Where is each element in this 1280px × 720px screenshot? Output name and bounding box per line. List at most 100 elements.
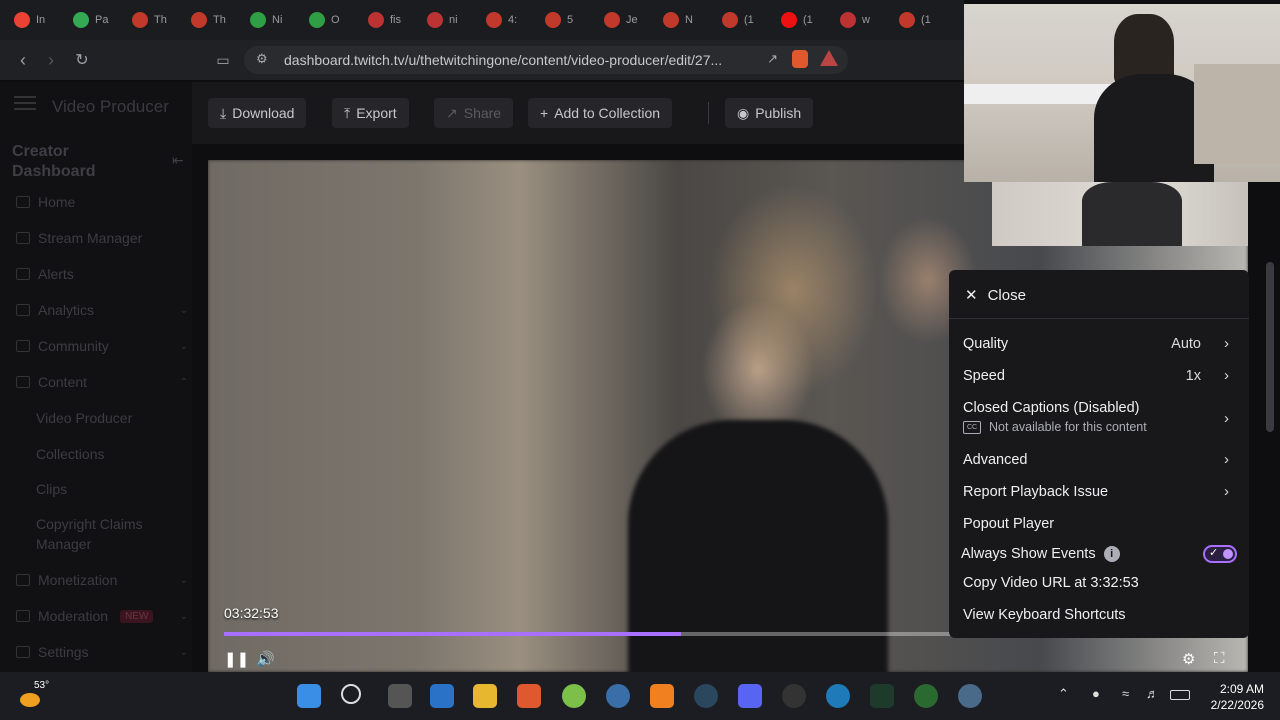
advanced-option[interactable]: Advanced › xyxy=(963,451,1235,468)
windows-start-icon[interactable] xyxy=(297,684,321,708)
sidebar-sub-clips[interactable]: Clips xyxy=(36,479,176,499)
settings-gear-icon[interactable]: ⚙ xyxy=(1182,650,1195,668)
info-icon[interactable]: i xyxy=(1103,546,1120,563)
browser-tab[interactable]: O xyxy=(305,6,364,34)
task-view-icon[interactable] xyxy=(388,684,412,708)
obs-icon[interactable] xyxy=(782,684,806,708)
tab-label: 4: xyxy=(508,14,518,26)
search-icon[interactable] xyxy=(341,684,361,704)
speed-value: 1x xyxy=(1185,368,1201,384)
sidebar-sub-collections[interactable]: Collections xyxy=(36,444,176,464)
volume-icon[interactable]: 🔊 xyxy=(256,650,275,668)
app-icon[interactable] xyxy=(958,684,982,708)
sidebar-item-alerts[interactable]: Alerts xyxy=(16,266,192,282)
tab-label: ni xyxy=(449,14,458,26)
tab-label: w xyxy=(862,14,870,26)
browser-tab[interactable]: (1 xyxy=(895,6,954,34)
tab-favicon-icon xyxy=(781,12,797,28)
browser-tab[interactable]: Ni xyxy=(246,6,305,34)
page-scrollbar[interactable] xyxy=(1266,262,1274,432)
app-icon[interactable] xyxy=(914,684,938,708)
vlc-icon[interactable] xyxy=(650,684,674,708)
browser-tab[interactable]: ni xyxy=(423,6,482,34)
reload-icon[interactable]: ↻ xyxy=(67,45,97,75)
forward-icon[interactable]: › xyxy=(36,45,66,75)
creator-dashboard-heading: Creator Dashboard xyxy=(12,143,96,180)
microphone-icon[interactable]: ● xyxy=(1092,686,1100,701)
wifi-icon[interactable]: ≈ xyxy=(1122,686,1129,701)
browser-tab[interactable]: (1 xyxy=(777,6,836,34)
site-info-icon[interactable]: ⚙ xyxy=(256,51,268,67)
browser-tab[interactable]: Je xyxy=(600,6,659,34)
fullscreen-icon[interactable]: ⛶ xyxy=(1214,650,1225,667)
app-icon[interactable] xyxy=(870,684,894,708)
report-playback-option[interactable]: Report Playback Issue › xyxy=(963,483,1235,500)
app-icon[interactable] xyxy=(562,684,586,708)
keyboard-shortcuts-option[interactable]: View Keyboard Shortcuts xyxy=(963,607,1235,623)
popout-player-option[interactable]: Popout Player xyxy=(963,516,1235,532)
webcam-overlay-secondary xyxy=(992,182,1248,246)
back-icon[interactable]: ‹ xyxy=(8,45,38,75)
hamburger-menu-icon[interactable] xyxy=(14,102,36,104)
discord-icon[interactable] xyxy=(738,684,762,708)
brave-rewards-icon[interactable] xyxy=(820,50,838,66)
browser-tab[interactable]: Th xyxy=(187,6,246,34)
file-explorer-icon[interactable] xyxy=(473,684,497,708)
battery-icon[interactable] xyxy=(1170,690,1190,700)
tab-favicon-icon xyxy=(663,12,679,28)
browser-tab[interactable]: fis xyxy=(364,6,423,34)
share-page-icon[interactable]: ↗ xyxy=(767,51,778,67)
chevron-up-icon[interactable]: ⌃ xyxy=(1058,686,1069,702)
sidebar-item-content[interactable]: Content ⌃ xyxy=(16,374,192,390)
export-button[interactable]: ⤒ Export xyxy=(332,98,409,128)
tab-label: Ni xyxy=(272,14,283,26)
speed-option[interactable]: Speed 1x › xyxy=(963,367,1235,384)
sidebar-sub-copyright-claims[interactable]: Copyright Claims Manager xyxy=(36,514,176,554)
bookmark-icon[interactable]: ▭ xyxy=(208,45,238,75)
download-button[interactable]: ⤓ Download xyxy=(208,98,307,128)
sidebar-item-stream-manager[interactable]: Stream Manager xyxy=(16,230,192,246)
collapse-sidebar-icon[interactable]: ⇤ xyxy=(172,152,184,169)
copy-video-url-option[interactable]: Copy Video URL at 3:32:53 xyxy=(963,575,1235,591)
browser-tab[interactable]: (1 xyxy=(718,6,777,34)
sidebar-sub-video-producer[interactable]: Video Producer xyxy=(36,408,176,428)
tab-label: (1 xyxy=(921,14,931,26)
volume-icon[interactable]: ♬ xyxy=(1146,686,1159,701)
eye-icon: ◉ xyxy=(737,104,750,121)
brave-browser-icon[interactable] xyxy=(517,684,541,708)
browser-tab[interactable]: Th xyxy=(128,6,187,34)
app-icon[interactable] xyxy=(606,684,630,708)
add-to-collection-button[interactable]: + Add to Collection xyxy=(528,98,673,128)
sidebar-item-moderation[interactable]: Moderation NEW ⌄ xyxy=(16,608,192,624)
browser-tab[interactable]: w xyxy=(836,6,895,34)
steam-icon[interactable] xyxy=(694,684,718,708)
pause-icon[interactable]: ❚❚ xyxy=(224,650,249,668)
browser-tab[interactable]: 5 xyxy=(541,6,600,34)
closed-captions-option[interactable]: Closed Captions (Disabled) CC Not availabl… xyxy=(963,400,1235,434)
sidebar-item-settings[interactable]: Settings ⌄ xyxy=(16,644,192,660)
url-field[interactable]: ⚙ dashboard.twitch.tv/u/thetwitchingone/… xyxy=(244,46,848,74)
brave-shield-icon[interactable] xyxy=(792,50,808,68)
share-button[interactable]: ↗ Share xyxy=(434,98,514,128)
close-button[interactable]: ✕ Close xyxy=(965,286,1026,305)
chevron-down-icon: ⌄ xyxy=(179,304,188,316)
publish-button[interactable]: ◉ Publish xyxy=(725,98,814,128)
browser-tab[interactable]: 4: xyxy=(482,6,541,34)
browser-tab[interactable]: N xyxy=(659,6,718,34)
sidebar-item-monetization[interactable]: Monetization ⌄ xyxy=(16,572,192,588)
webcam-overlay xyxy=(964,4,1280,182)
chevron-down-icon: ⌄ xyxy=(179,610,188,622)
store-icon[interactable] xyxy=(430,684,454,708)
sidebar-item-analytics[interactable]: Analytics ⌄ xyxy=(16,302,192,318)
quality-option[interactable]: Quality Auto › xyxy=(963,335,1235,352)
browser-tab[interactable]: Pa xyxy=(69,6,128,34)
sidebar-item-community[interactable]: Community ⌄ xyxy=(16,338,192,354)
weather-widget[interactable]: 53° xyxy=(20,680,49,707)
browser-tab[interactable]: In xyxy=(10,6,69,34)
system-clock[interactable]: 2:09 AM 2/22/2026 xyxy=(1211,681,1264,713)
weather-icon xyxy=(20,693,40,707)
sidebar-item-home[interactable]: Home xyxy=(16,194,192,210)
chevron-right-icon: › xyxy=(1224,367,1229,384)
app-icon[interactable] xyxy=(826,684,850,708)
always-show-events-toggle[interactable]: ✓ xyxy=(1203,545,1237,563)
